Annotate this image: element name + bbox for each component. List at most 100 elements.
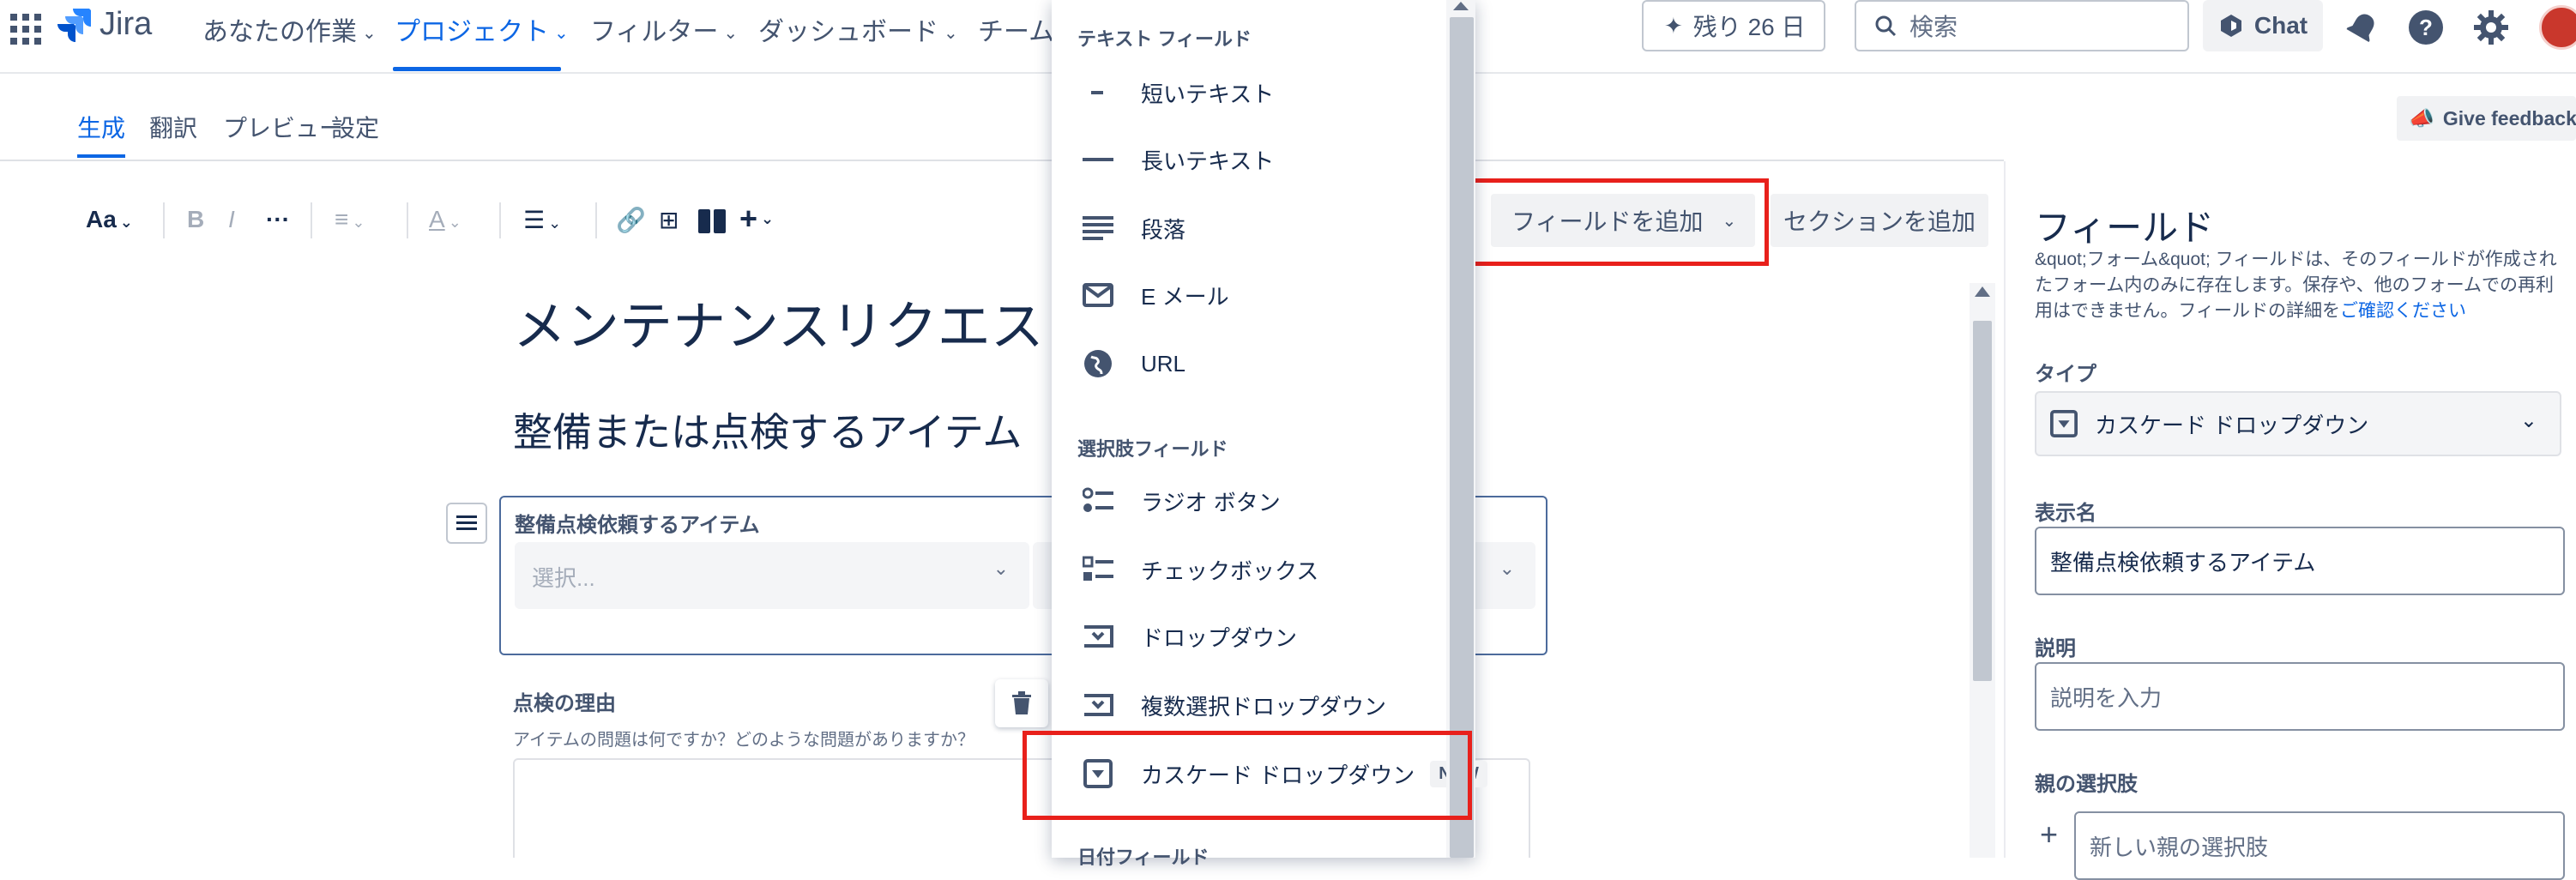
nav-your-work[interactable]: あなたの作業 ⌄ bbox=[202, 10, 377, 48]
megaphone-icon: 📣 bbox=[2409, 106, 2434, 130]
chevron-down-icon: ⌄ bbox=[362, 24, 377, 43]
form-title[interactable]: メンテナンスリクエスト bbox=[513, 283, 1097, 360]
short-text-icon bbox=[1077, 72, 1119, 113]
bold-button[interactable]: B bbox=[187, 206, 204, 233]
parent-options-label: 親の選択肢 bbox=[2035, 773, 2138, 796]
search-input[interactable]: 検索 bbox=[1855, 0, 2189, 51]
field-menu-handle[interactable] bbox=[446, 503, 487, 544]
tab-settings[interactable]: 設定 bbox=[331, 110, 379, 144]
menu-item-dropdown[interactable]: ドロップダウン bbox=[1077, 611, 1297, 662]
nav-filters[interactable]: フィルター ⌄ bbox=[590, 10, 738, 48]
chevron-down-icon: ⌄ bbox=[119, 214, 133, 231]
chevron-down-icon: ⌄ bbox=[761, 210, 775, 227]
menu-item-url[interactable]: URL bbox=[1077, 338, 1185, 389]
layout-columns-icon[interactable] bbox=[698, 209, 726, 233]
chevron-down-icon: ⌄ bbox=[723, 24, 739, 43]
trial-button[interactable]: ✦ 残り 26 日 bbox=[1642, 0, 1825, 51]
list-dropdown[interactable]: ☰ ⌄ bbox=[523, 206, 561, 234]
italic-button[interactable]: I bbox=[228, 206, 235, 233]
tab-active-indicator bbox=[77, 154, 125, 158]
menu-item-multi-select-dropdown[interactable]: 複数選択ドロップダウン bbox=[1077, 679, 1386, 731]
long-text-icon bbox=[1077, 139, 1119, 180]
chat-hexagon-icon bbox=[2220, 15, 2241, 37]
checkbox-list-icon bbox=[1077, 549, 1119, 590]
tabs-divider bbox=[0, 160, 2004, 161]
cascading-dropdown-icon bbox=[2050, 410, 2078, 437]
email-envelope-icon bbox=[1077, 274, 1119, 316]
menu-group-date-fields: 日付フィールド bbox=[1077, 847, 1210, 868]
add-section-button[interactable]: セクションを追加 bbox=[1771, 194, 1988, 247]
menu-item-radio-buttons[interactable]: ラジオ ボタン bbox=[1077, 475, 1281, 527]
nav-dashboards[interactable]: ダッシュボード ⌄ bbox=[758, 10, 958, 48]
toolbar-divider bbox=[311, 202, 312, 238]
field-label: 整備点検依頼するアイテム bbox=[515, 514, 760, 537]
tab-translate[interactable]: 翻訳 bbox=[149, 110, 197, 144]
chevron-down-icon: ⌄ bbox=[554, 24, 569, 43]
text-color-dropdown[interactable]: A ⌄ bbox=[429, 206, 462, 233]
search-icon bbox=[1875, 15, 1897, 37]
app-switcher-icon[interactable] bbox=[9, 12, 43, 46]
nav-teams[interactable]: チーム bbox=[978, 10, 1054, 48]
multi-select-icon bbox=[1077, 684, 1119, 726]
chevron-down-icon: ⌄ bbox=[548, 214, 562, 232]
chevron-down-icon: ⌄ bbox=[944, 24, 958, 43]
tab-preview[interactable]: プレビュー bbox=[223, 110, 343, 144]
insert-plus-dropdown[interactable]: + ⌄ bbox=[739, 201, 774, 237]
toolbar-divider bbox=[595, 202, 597, 238]
display-name-input[interactable]: 整備点検依頼するアイテム bbox=[2035, 527, 2565, 595]
parent-select[interactable]: 選択... ⌄ bbox=[515, 542, 1029, 609]
menu-item-long-text[interactable]: 長いテキスト bbox=[1077, 134, 1274, 185]
chat-button[interactable]: Chat bbox=[2203, 0, 2323, 51]
type-select[interactable]: カスケード ドロップダウン ⌄ bbox=[2035, 391, 2561, 456]
dropdown-select-icon bbox=[1077, 616, 1119, 657]
editor-scroll-thumb[interactable] bbox=[1973, 321, 1992, 681]
avatar[interactable] bbox=[2539, 5, 2576, 50]
help-icon[interactable]: ? bbox=[2405, 7, 2446, 48]
bullet-list-icon: ☰ bbox=[523, 207, 546, 233]
menu-item-email[interactable]: E メール bbox=[1077, 269, 1229, 321]
parent-option-input[interactable]: 新しい親の選択肢 bbox=[2074, 811, 2565, 880]
jira-logo[interactable]: Jira bbox=[55, 5, 152, 43]
nav-projects[interactable]: プロジェクト ⌄ bbox=[395, 10, 569, 48]
editor-scrollbar[interactable] bbox=[1970, 283, 1995, 858]
menu-item-paragraph[interactable]: 段落 bbox=[1077, 202, 1185, 254]
align-dropdown[interactable]: ≡ ⌄ bbox=[335, 206, 365, 233]
align-left-icon: ≡ bbox=[335, 206, 349, 232]
more-formatting-button[interactable]: ··· bbox=[266, 206, 290, 233]
description-input[interactable]: 説明を入力 bbox=[2035, 662, 2565, 731]
details-link[interactable]: ご確認ください bbox=[2340, 301, 2466, 321]
text-color-icon: A bbox=[429, 206, 445, 232]
chevron-down-icon: ⌄ bbox=[1499, 558, 1515, 579]
chevron-down-icon: ⌄ bbox=[2519, 409, 2537, 432]
trash-icon bbox=[1012, 691, 1031, 714]
table-icon[interactable]: ⊞ bbox=[659, 206, 679, 234]
field-label: 点検の理由 bbox=[513, 692, 616, 715]
toolbar-divider bbox=[407, 202, 408, 238]
text-style-dropdown[interactable]: Aa ⌄ bbox=[86, 206, 133, 233]
chevron-down-icon: ⌄ bbox=[352, 214, 365, 231]
menu-item-checkboxes[interactable]: チェックボックス bbox=[1077, 544, 1318, 595]
tab-create[interactable]: 生成 bbox=[77, 110, 125, 144]
description-label: 説明 bbox=[2035, 637, 2076, 660]
chevron-down-icon: ⌄ bbox=[992, 558, 1009, 579]
field-hint: アイテムの問題は何ですか？どのような問題がありますか？ bbox=[513, 731, 974, 750]
settings-gear-icon[interactable] bbox=[2470, 7, 2512, 48]
panel-title: フィールド bbox=[2035, 208, 2215, 248]
menu-item-short-text[interactable]: 短いテキスト bbox=[1077, 67, 1274, 118]
panel-description: &quot;フォーム&quot; フィールドは、そのフィールドが作成されたフォー… bbox=[2035, 250, 2557, 321]
link-icon[interactable]: 🔗 bbox=[616, 206, 646, 234]
give-feedback-button[interactable]: 📣 Give feedback bbox=[2397, 96, 2576, 141]
jira-logo-text: Jira bbox=[100, 5, 153, 42]
menu-lines-icon bbox=[456, 515, 477, 530]
menu-group-text-fields: テキスト フィールド bbox=[1077, 28, 1252, 50]
add-parent-option-icon[interactable]: + bbox=[2040, 817, 2058, 853]
section-heading[interactable]: 整備または点検するアイテム bbox=[513, 401, 1022, 458]
radio-list-icon bbox=[1077, 480, 1119, 521]
delete-field-button[interactable] bbox=[995, 679, 1048, 727]
nav-active-indicator bbox=[393, 67, 561, 71]
globe-icon bbox=[1077, 343, 1119, 384]
display-name-label: 表示名 bbox=[2035, 502, 2096, 525]
highlight-add-field bbox=[1463, 178, 1769, 266]
notifications-icon[interactable] bbox=[2342, 7, 2383, 48]
scroll-up-arrow-icon bbox=[1453, 2, 1469, 10]
